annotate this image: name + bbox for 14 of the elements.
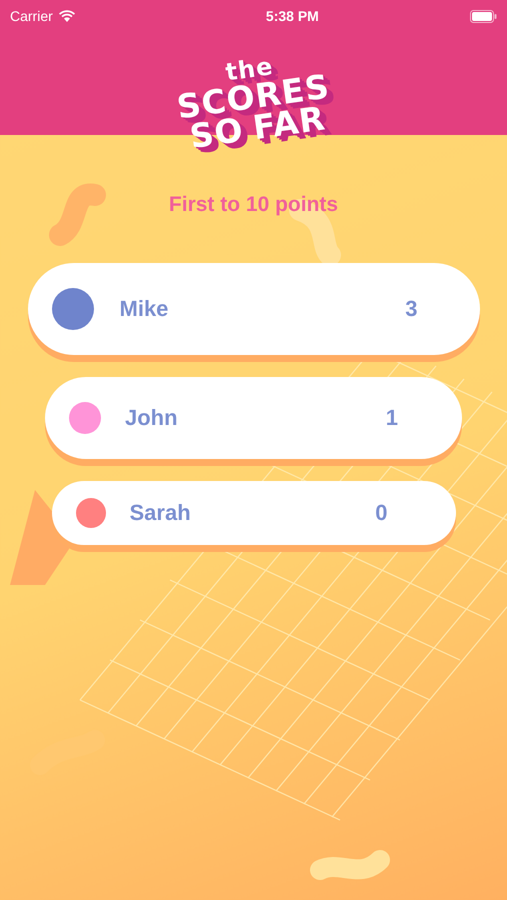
clock-time: 5:38 PM (266, 8, 319, 24)
player-score: 0 (375, 500, 388, 526)
player-card[interactable]: John 1 (45, 377, 462, 459)
wifi-icon (58, 10, 75, 22)
goal-text: First to 10 points (168, 193, 338, 217)
battery-icon (470, 10, 497, 22)
player-name: Sarah (130, 500, 192, 526)
carrier-label: Carrier (10, 8, 53, 24)
player-card[interactable]: Sarah 0 (52, 481, 456, 545)
player-score: 3 (405, 296, 418, 322)
player-card[interactable]: Mike 3 (28, 263, 480, 355)
player-score: 1 (386, 405, 398, 431)
player-name: John (125, 405, 179, 431)
player-name: Mike (120, 296, 170, 322)
